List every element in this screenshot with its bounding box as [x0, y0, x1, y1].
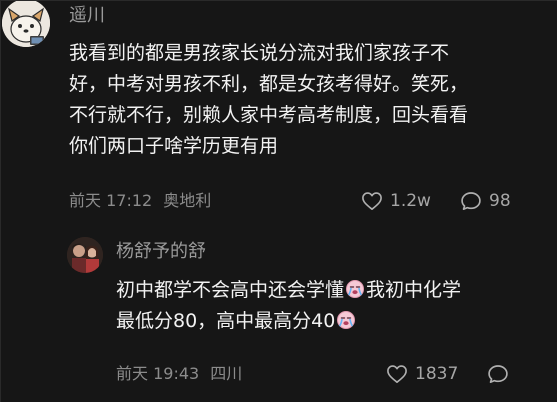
cartoon-dog-avatar-icon: [2, 1, 50, 47]
heart-icon: [387, 365, 407, 383]
reply-line: 初中都学不会高中还会学懂 我初中化学: [116, 275, 461, 306]
couple-photo-avatar-icon: [67, 237, 103, 273]
reply-body: 初中都学不会高中还会学懂 我初中化学 最低分80，高中最高分40: [116, 275, 461, 337]
reply-line-text: 初中都学不会高中还会学懂: [116, 279, 345, 301]
crying-face-emoji-icon: [336, 309, 356, 340]
replier-avatar[interactable]: [67, 237, 103, 273]
comment-meta: 前天 17:12 奥地利: [69, 191, 211, 211]
comment-like-count: 1.2w: [390, 191, 431, 211]
comment-thread: 遥川 我看到的都是男孩家长说分流对我们家孩子不 好，中考对男孩不利，都是女孩考得…: [0, 0, 557, 402]
comment-line: 你们两口子啥学历更有用: [69, 135, 279, 157]
reply-location: 四川: [210, 364, 243, 383]
replier-username[interactable]: 杨舒予的舒: [116, 243, 206, 261]
reply-like-count: 1837: [415, 364, 459, 384]
comment-body: 我看到的都是男孩家长说分流对我们家孩子不 好，中考对男孩不利，都是女孩考得好。笑…: [69, 38, 468, 162]
reply-line: 最低分80，高中最高分40: [116, 306, 461, 337]
reply-meta: 前天 19:43 四川: [116, 364, 242, 384]
comment-time: 前天 17:12: [69, 191, 153, 210]
comment-line: 不行就不行，别赖人家中考高考制度，回头看看: [69, 104, 469, 126]
reply-line-text: 最低分80，高中最高分40: [116, 310, 336, 332]
heart-icon: [362, 192, 382, 210]
comment-line: 我看到的都是男孩家长说分流对我们家孩子不: [69, 42, 450, 64]
speech-bubble-icon: [488, 365, 508, 383]
speech-bubble-icon: [461, 192, 481, 210]
commenter-avatar[interactable]: [2, 1, 50, 47]
comment-reply-count: 98: [489, 191, 511, 211]
reply-like-button[interactable]: 1837: [386, 364, 458, 384]
crying-face-emoji-icon: [345, 278, 365, 309]
comment-line: 好，中考对男孩不利，都是女孩考得好。笑死，: [69, 73, 469, 95]
reply-line-text: 我初中化学: [366, 279, 462, 301]
comment-location: 奥地利: [163, 191, 212, 210]
commenter-username[interactable]: 遥川: [69, 7, 105, 25]
comment-reply-button[interactable]: 98: [460, 191, 511, 211]
reply-time: 前天 19:43: [116, 364, 200, 383]
reply-reply-button[interactable]: [487, 364, 509, 384]
comment-like-button[interactable]: 1.2w: [361, 191, 431, 211]
